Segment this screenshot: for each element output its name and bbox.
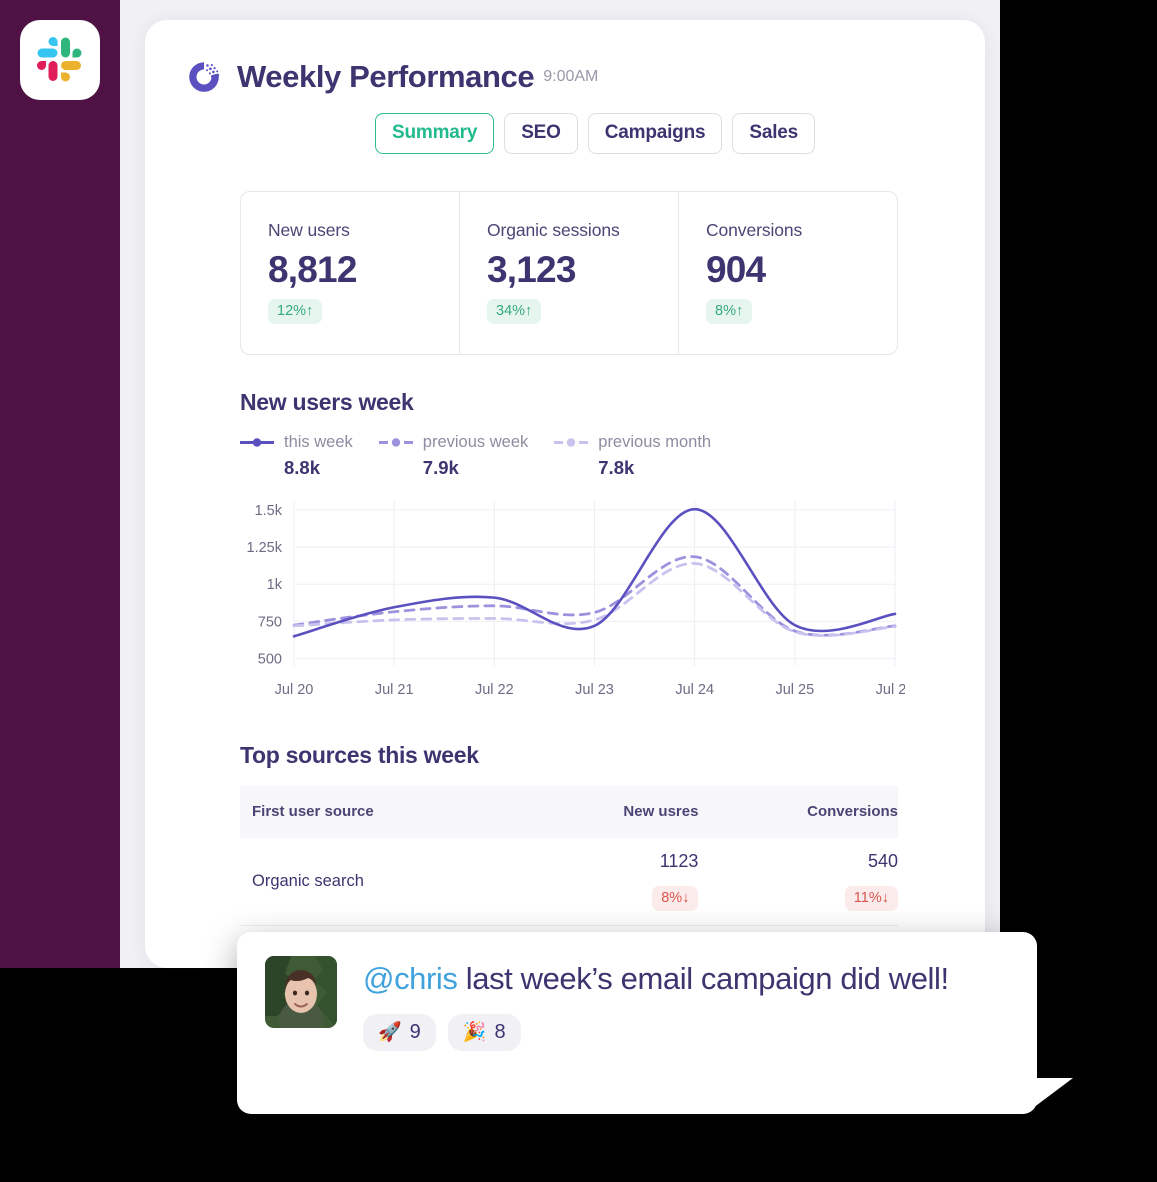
cell-value: 1123 [659, 851, 699, 872]
metric-card-new-users: New users 8,812 12%↑ [241, 192, 460, 355]
dashboard-card: Weekly Performance 9:00AM Summary SEO Ca… [145, 20, 985, 968]
legend-dashed-line-icon [378, 438, 413, 447]
column-header-conversions: Conversions [698, 786, 898, 839]
metric-card-organic-sessions: Organic sessions 3,123 34%↑ [460, 192, 679, 355]
legend-value: 8.8k [284, 457, 321, 479]
column-header-new-users: New usres [533, 786, 699, 839]
x-axis-tick-label: Jul 21 [375, 682, 414, 698]
dashboard-header: Weekly Performance 9:00AM [145, 20, 985, 96]
legend-item-this-week: this week 8.8k [240, 432, 353, 479]
cell-value: 540 [867, 851, 898, 872]
metric-value: 8,812 [268, 249, 357, 290]
slack-logo-icon [37, 37, 82, 82]
metric-delta-badge: 8%↑ [706, 299, 753, 325]
legend-label: previous month [598, 432, 712, 451]
legend-item-previous-week: previous week 7.9k [378, 432, 529, 479]
metric-card-row: New users 8,812 12%↑ Organic sessions 3,… [240, 191, 898, 356]
page-title: Weekly Performance [237, 59, 535, 94]
x-axis-tick-label: Jul 24 [675, 682, 714, 698]
column-header-source: First user source [240, 786, 534, 839]
table-row[interactable]: Organic search 1123 8%↓ 540 11%↓ [240, 838, 898, 927]
tab-sales[interactable]: Sales [732, 113, 816, 154]
metric-delta-value: 8% [715, 303, 736, 320]
x-axis-tick-label: Jul 26 [876, 682, 905, 698]
reaction-bar: 🚀 9 🎉 8 [363, 1014, 949, 1052]
legend-label: previous week [422, 432, 529, 451]
cell-source: Organic search [240, 838, 534, 927]
slack-sidebar [0, 0, 120, 968]
y-axis-tick-label: 1.25k [247, 541, 283, 557]
metric-label: New users [268, 220, 350, 240]
report-time: 9:00AM [543, 68, 599, 85]
reaction-count: 8 [494, 1020, 506, 1043]
metric-value: 904 [706, 249, 766, 290]
slack-logo[interactable] [20, 20, 100, 100]
reaction-count: 9 [409, 1020, 421, 1043]
avatar-photo [265, 956, 337, 1028]
arrow-up-icon: ↑ [525, 303, 533, 320]
legend-item-previous-month: previous month 7.8k [554, 432, 711, 479]
table-section-title: Top sources this week [240, 742, 479, 769]
arrow-up-icon: ↑ [306, 303, 314, 320]
chart-legend: this week 8.8k previous week 7.9k previo… [240, 432, 985, 479]
rocket-icon: 🚀 [378, 1022, 402, 1044]
new-users-line-chart: 500 750 1k 1.25k 1.5k Jul 20 Jul 21 Jul 22 Jul 2… [240, 493, 914, 708]
arrow-up-icon: ↑ [735, 303, 744, 320]
mention-chris[interactable]: @chris [363, 961, 458, 996]
cell-new-users: 1123 8%↓ [533, 838, 699, 927]
metric-delta-value: 12% [277, 303, 307, 320]
tab-bar: Summary SEO Campaigns Sales [145, 96, 985, 154]
y-axis-tick-label: 1k [267, 578, 283, 594]
y-axis-tick-label: 750 [258, 615, 282, 631]
y-axis-tick-label: 500 [258, 652, 282, 668]
legend-label: this week [284, 432, 353, 451]
x-axis-tick-label: Jul 23 [575, 682, 614, 698]
tab-summary[interactable]: Summary [375, 113, 495, 154]
cell-delta-value: 8% [661, 890, 683, 907]
metric-value: 3,123 [487, 249, 576, 290]
legend-value: 7.8k [598, 457, 635, 479]
avatar [265, 956, 337, 1028]
tab-seo[interactable]: SEO [504, 113, 578, 154]
metric-card-conversions: Conversions 904 8%↑ [679, 192, 897, 354]
message-bubble-tail [1025, 1078, 1073, 1114]
party-popper-reaction[interactable]: 🎉 8 [447, 1014, 521, 1052]
chart-canvas: 500 750 1k 1.25k 1.5k Jul 20 Jul 21 Jul 22 Jul 2… [247, 501, 914, 698]
table-header-row: First user source New usres Conversions [240, 786, 898, 839]
cell-delta-badge: 11%↓ [844, 886, 898, 912]
metric-label: Organic sessions [487, 220, 620, 240]
screen: Weekly Performance 9:00AM Summary SEO Ca… [0, 0, 1157, 1182]
cell-delta-value: 11% [853, 890, 882, 907]
message-bubble: @chris last week’s email campaign did we… [237, 932, 1037, 1114]
metric-label: Conversions [706, 220, 803, 240]
metric-delta-badge: 34%↑ [487, 299, 542, 325]
legend-dashed-line-icon [554, 438, 589, 447]
arrow-down-icon: ↓ [682, 890, 690, 907]
party-popper-icon: 🎉 [462, 1022, 487, 1044]
metric-delta-value: 34% [496, 303, 526, 320]
legend-value: 7.9k [422, 457, 459, 479]
y-axis-tick-label: 1.5k [255, 503, 283, 519]
arrow-down-icon: ↓ [881, 890, 889, 907]
message-text: @chris last week’s email campaign did we… [363, 956, 949, 1001]
metric-delta-badge: 12%↑ [268, 299, 323, 325]
cell-conversions: 540 11%↓ [698, 838, 898, 927]
cell-delta-badge: 8%↓ [652, 886, 699, 912]
x-axis-tick-label: Jul 20 [275, 682, 314, 698]
rocket-reaction[interactable]: 🚀 9 [363, 1014, 436, 1052]
tab-campaigns[interactable]: Campaigns [587, 113, 723, 154]
chart-section-title: New users week [240, 389, 414, 416]
x-axis-tick-label: Jul 25 [775, 682, 814, 698]
message-body: last week’s email campaign did well! [457, 961, 949, 996]
x-axis-tick-label: Jul 22 [475, 682, 514, 698]
legend-solid-line-icon [240, 438, 274, 447]
circular-dots-logo-icon [189, 62, 220, 92]
